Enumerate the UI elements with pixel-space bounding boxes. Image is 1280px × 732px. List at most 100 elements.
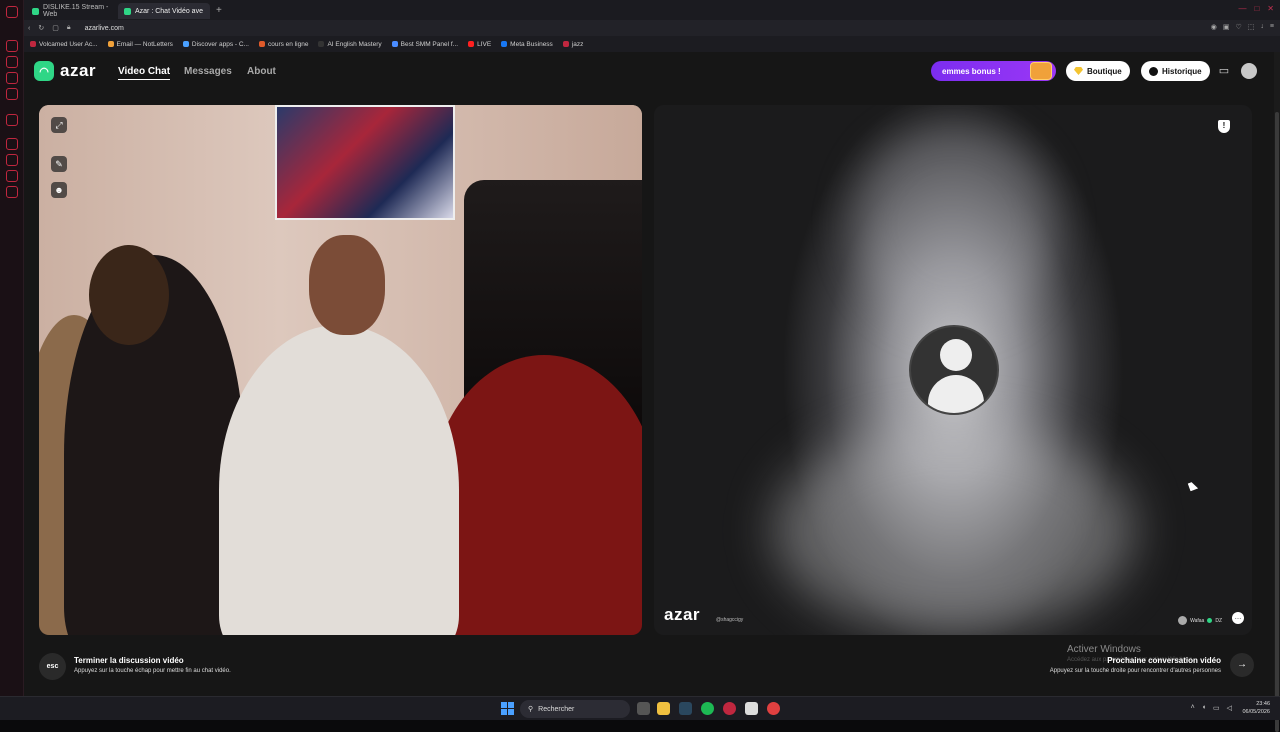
shop-label: Boutique [1087, 66, 1122, 76]
taskbar-search[interactable]: ⚲ Rechercher [520, 700, 630, 718]
magic-wand-icon[interactable]: ✎ [51, 156, 67, 172]
copy-icon[interactable]: ▣ [1223, 23, 1230, 31]
nav-about[interactable]: About [247, 66, 276, 77]
window-controls: — □ ✕ [1238, 4, 1274, 13]
network-icon[interactable]: ▭ [1213, 704, 1220, 712]
azar-watermark: azar [664, 605, 701, 624]
sidebar-instagram-icon[interactable] [6, 88, 18, 100]
tab-favicon-icon [124, 7, 131, 15]
download-icon[interactable]: ↓ [1260, 23, 1264, 31]
new-tab-button[interactable]: + [210, 5, 228, 16]
wall-poster [275, 105, 455, 220]
page-scrollbar[interactable] [1274, 52, 1280, 732]
chat-bubble-icon[interactable]: … [1232, 612, 1244, 624]
tabs-icon[interactable]: ▢ [52, 24, 59, 32]
nav-video-chat[interactable]: Video Chat [118, 66, 171, 80]
bookmark-favicon-icon [30, 41, 36, 47]
task-view-icon[interactable] [637, 702, 650, 715]
bookmark-favicon-icon [501, 41, 508, 47]
sidebar-home-icon[interactable] [6, 40, 18, 52]
bookmark-label: Discover apps - C... [191, 40, 249, 48]
sidebar-player-icon[interactable] [6, 114, 18, 126]
opera-sidebar [0, 0, 24, 696]
profile-avatar[interactable] [1241, 63, 1257, 79]
microphone-icon[interactable]: ◖ [1202, 704, 1206, 712]
maximize-icon[interactable]: □ [1254, 4, 1259, 13]
azar-page: ◠ azar Video Chat Messages About emmes b… [24, 52, 1274, 696]
opera-logo-icon[interactable] [6, 6, 18, 18]
chevron-up-icon[interactable]: ˄ [1191, 704, 1195, 712]
opera-gx-icon[interactable] [723, 702, 736, 715]
steam-icon[interactable] [679, 702, 692, 715]
azar-logo[interactable]: ◠ azar [34, 61, 96, 81]
bookmark-item[interactable]: Meta Business [501, 41, 553, 48]
inbox-icon[interactable]: ▭ [1217, 64, 1231, 78]
bonus-button[interactable]: emmes bonus ! [931, 61, 1056, 81]
end-chat-button[interactable]: esc [39, 653, 66, 680]
spotify-icon[interactable] [701, 702, 714, 715]
windows-start-icon[interactable] [501, 702, 514, 715]
windows-taskbar: ⚲ Rechercher ˄ ◖ ▭ ◁ 23:46 06/05/2026 [0, 696, 1280, 720]
bonus-label: emmes bonus ! [942, 66, 1001, 76]
taskbar-clock[interactable]: 23:46 06/05/2026 [1242, 700, 1270, 716]
expand-icon[interactable]: ⤢ [51, 117, 67, 133]
bookmark-item[interactable]: Discover apps - C... [182, 40, 249, 48]
history-button[interactable]: Historique [1141, 61, 1210, 81]
blurred-shape [774, 425, 1134, 635]
clock-date: 06/05/2026 [1242, 709, 1270, 715]
peer-avatar-icon [1178, 616, 1188, 625]
user-head-icon [940, 339, 972, 371]
online-badge-icon [1207, 618, 1213, 623]
bookmark-item[interactable]: Best SMM Panel f... [391, 41, 458, 48]
file-explorer-icon[interactable] [657, 702, 670, 715]
sidebar-settings-icon[interactable] [6, 186, 18, 198]
next-chat-subtitle: Appuyez sur la touche droite pour rencon… [1049, 668, 1221, 674]
clock-time: 23:46 [1256, 701, 1270, 707]
store-icon[interactable] [745, 702, 758, 715]
menu-icon[interactable]: ≡ [1270, 23, 1274, 31]
bookmark-item[interactable]: AI English Mastery [318, 41, 382, 48]
minimize-icon[interactable]: — [1238, 4, 1246, 13]
reload-icon[interactable]: ↻ [38, 24, 44, 32]
tab-label: Azar : Chat Vidéo ave [135, 7, 203, 15]
nav-messages[interactable]: Messages [184, 66, 232, 77]
person-white-hoodie [219, 325, 459, 635]
bookmark-item[interactable]: jazz [562, 41, 583, 48]
sidebar-downloads-icon[interactable] [6, 154, 18, 166]
bookmark-icon[interactable]: ♡ [1236, 23, 1242, 31]
history-label: Historique [1162, 66, 1202, 76]
lock-icon: 🔒︎ [66, 24, 71, 31]
clock-icon [1149, 66, 1158, 76]
top-nav: ◠ azar Video Chat Messages About emmes b… [24, 52, 1274, 92]
treasure-chest-icon [1030, 62, 1052, 80]
bookmark-item[interactable]: LIVE [468, 41, 491, 48]
user-body-icon [928, 375, 984, 413]
report-shield-icon[interactable]: ! [1218, 120, 1230, 133]
sidebar-messenger-icon[interactable] [6, 72, 18, 84]
search-placeholder: Rechercher [538, 705, 575, 713]
next-chat-button[interactable]: → [1230, 653, 1254, 677]
app-icon[interactable] [767, 702, 780, 715]
url-field[interactable]: azarlive.com [85, 25, 124, 32]
bookmark-item[interactable]: Volcamed User Ac... [30, 41, 98, 48]
tab-dislike-stream[interactable]: DISLIKE.15 Stream - Web [26, 3, 118, 19]
bookmark-item[interactable]: cours en ligne [258, 41, 308, 48]
camera-icon[interactable]: ◉ [1211, 23, 1217, 31]
extensions-icon[interactable]: ⬚ [1248, 23, 1255, 31]
back-icon[interactable]: ‹ [28, 25, 30, 32]
scroll-thumb[interactable] [1275, 112, 1279, 732]
bookmark-item[interactable]: Email — NotLetters [107, 41, 173, 48]
peer-info[interactable]: Wafaa DZ [1178, 616, 1222, 625]
sidebar-history-icon[interactable] [6, 138, 18, 150]
next-chat-title: Prochaine conversation vidéo [1107, 656, 1221, 665]
end-chat-subtitle: Appuyez sur la touche échap pour mettre … [74, 668, 231, 674]
mask-icon[interactable]: ☻ [51, 182, 67, 198]
close-icon[interactable]: ✕ [1267, 4, 1274, 13]
tab-azar[interactable]: Azar : Chat Vidéo ave [118, 3, 210, 19]
volume-icon[interactable]: ◁ [1227, 704, 1232, 712]
tab-favicon-icon [32, 7, 39, 15]
bookmark-label: Volcamed User Ac... [39, 40, 98, 48]
shop-button[interactable]: Boutique [1066, 61, 1130, 81]
sidebar-bookmarks-icon[interactable] [6, 56, 18, 68]
sidebar-extensions-icon[interactable] [6, 170, 18, 182]
